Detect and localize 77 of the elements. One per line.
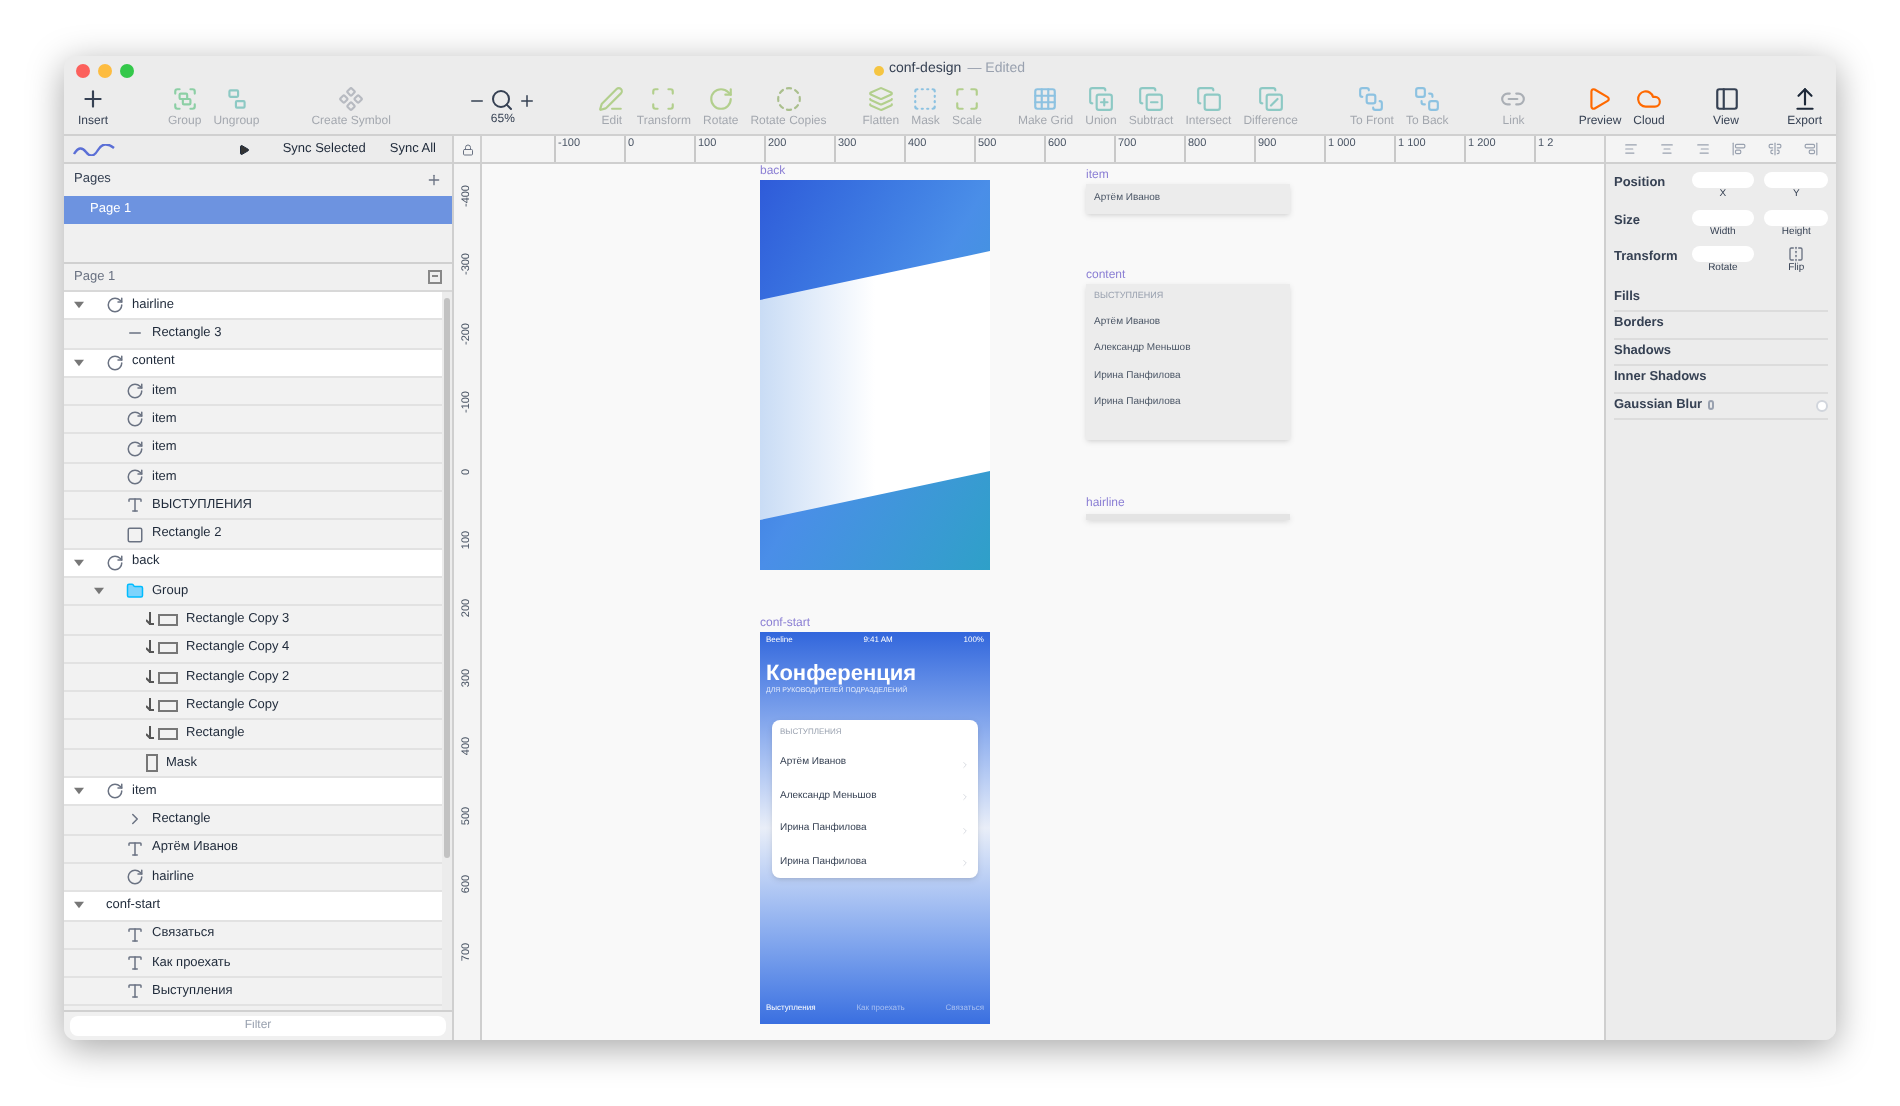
align-icon[interactable] [1803,142,1818,156]
bring-to-front-icon [1358,86,1385,112]
symbol-layer-icon [126,410,144,429]
flip-icon[interactable] [1788,246,1805,262]
play-icon[interactable] [238,143,251,155]
scale-icon [953,86,980,112]
text-layer-icon [126,839,144,858]
chevron-icon [960,759,970,769]
symbol-layer-icon [106,553,124,572]
subtract-icon [1138,86,1164,112]
align-icon[interactable] [1731,142,1746,156]
mask-icon [912,86,939,112]
lock-icon[interactable] [461,143,473,155]
zoom-button[interactable] [120,63,134,77]
grid-icon [1032,86,1059,112]
chevron-icon [960,825,970,835]
symbol-layer-icon [106,296,124,315]
panel-icon [1713,86,1739,112]
align-icon[interactable] [1660,142,1675,156]
rectangle-layer-icon [126,525,144,544]
text-layer-icon [126,982,144,1001]
ungroup-icon [223,86,250,112]
masked-layer-icon [146,726,178,743]
text-layer-icon [126,953,144,972]
mask-layer-icon [146,753,158,772]
expanded-triangle-icon[interactable] [74,557,84,568]
masked-layer-icon [146,697,178,714]
align-icon[interactable] [1767,142,1782,156]
intersect-icon [1195,86,1222,112]
symbol-icon [338,86,365,112]
rotate-copies-icon [775,86,802,112]
add-page-icon[interactable] [426,172,442,188]
chevron-icon [960,858,970,868]
align-icon[interactable] [1624,142,1639,156]
cloud-icon [1636,86,1662,112]
text-layer-icon [126,925,144,944]
masked-layer-icon [146,669,178,685]
transform-icon [650,86,677,112]
minimize-button[interactable] [98,63,112,77]
zoom-icon [490,88,515,112]
logo-icon [72,143,116,155]
symbol-layer-icon [126,467,144,486]
masked-layer-icon [146,611,178,628]
document-icon [873,65,883,75]
toggle-icon[interactable] [1708,400,1715,411]
send-to-back-icon [1414,86,1441,112]
chevron-layer-icon [126,810,144,829]
rotate-icon [707,86,734,112]
align-icon[interactable] [1696,142,1711,156]
symbol-layer-icon [106,782,124,801]
text-layer-icon [126,496,144,515]
pen-icon [598,86,625,112]
play-icon [1586,86,1613,112]
expanded-triangle-icon[interactable] [74,786,84,797]
plus-icon [80,86,106,112]
export-icon [1791,86,1818,112]
chevron-icon [960,792,970,802]
layers-icon [867,86,894,112]
phone-title: Конференция [764,662,919,686]
symbol-layer-icon [126,868,144,887]
masked-layer-icon [146,640,178,657]
expanded-triangle-icon[interactable] [74,900,84,911]
symbol-layer-icon [126,382,144,401]
zoom-in-icon[interactable] [518,91,537,109]
difference-icon [1257,86,1284,112]
symbol-layer-icon [126,439,144,458]
union-icon [1087,86,1114,112]
expanded-triangle-icon[interactable] [74,300,84,311]
scrollbar[interactable] [442,292,452,1010]
expanded-triangle-icon[interactable] [74,357,84,368]
expanded-triangle-icon[interactable] [94,586,104,597]
checkbox[interactable] [1816,399,1828,412]
collapse-icon[interactable] [428,270,442,284]
group-icon [171,86,198,112]
symbol-layer-icon [106,353,124,372]
close-button[interactable] [76,63,90,77]
folder-icon [126,582,144,601]
